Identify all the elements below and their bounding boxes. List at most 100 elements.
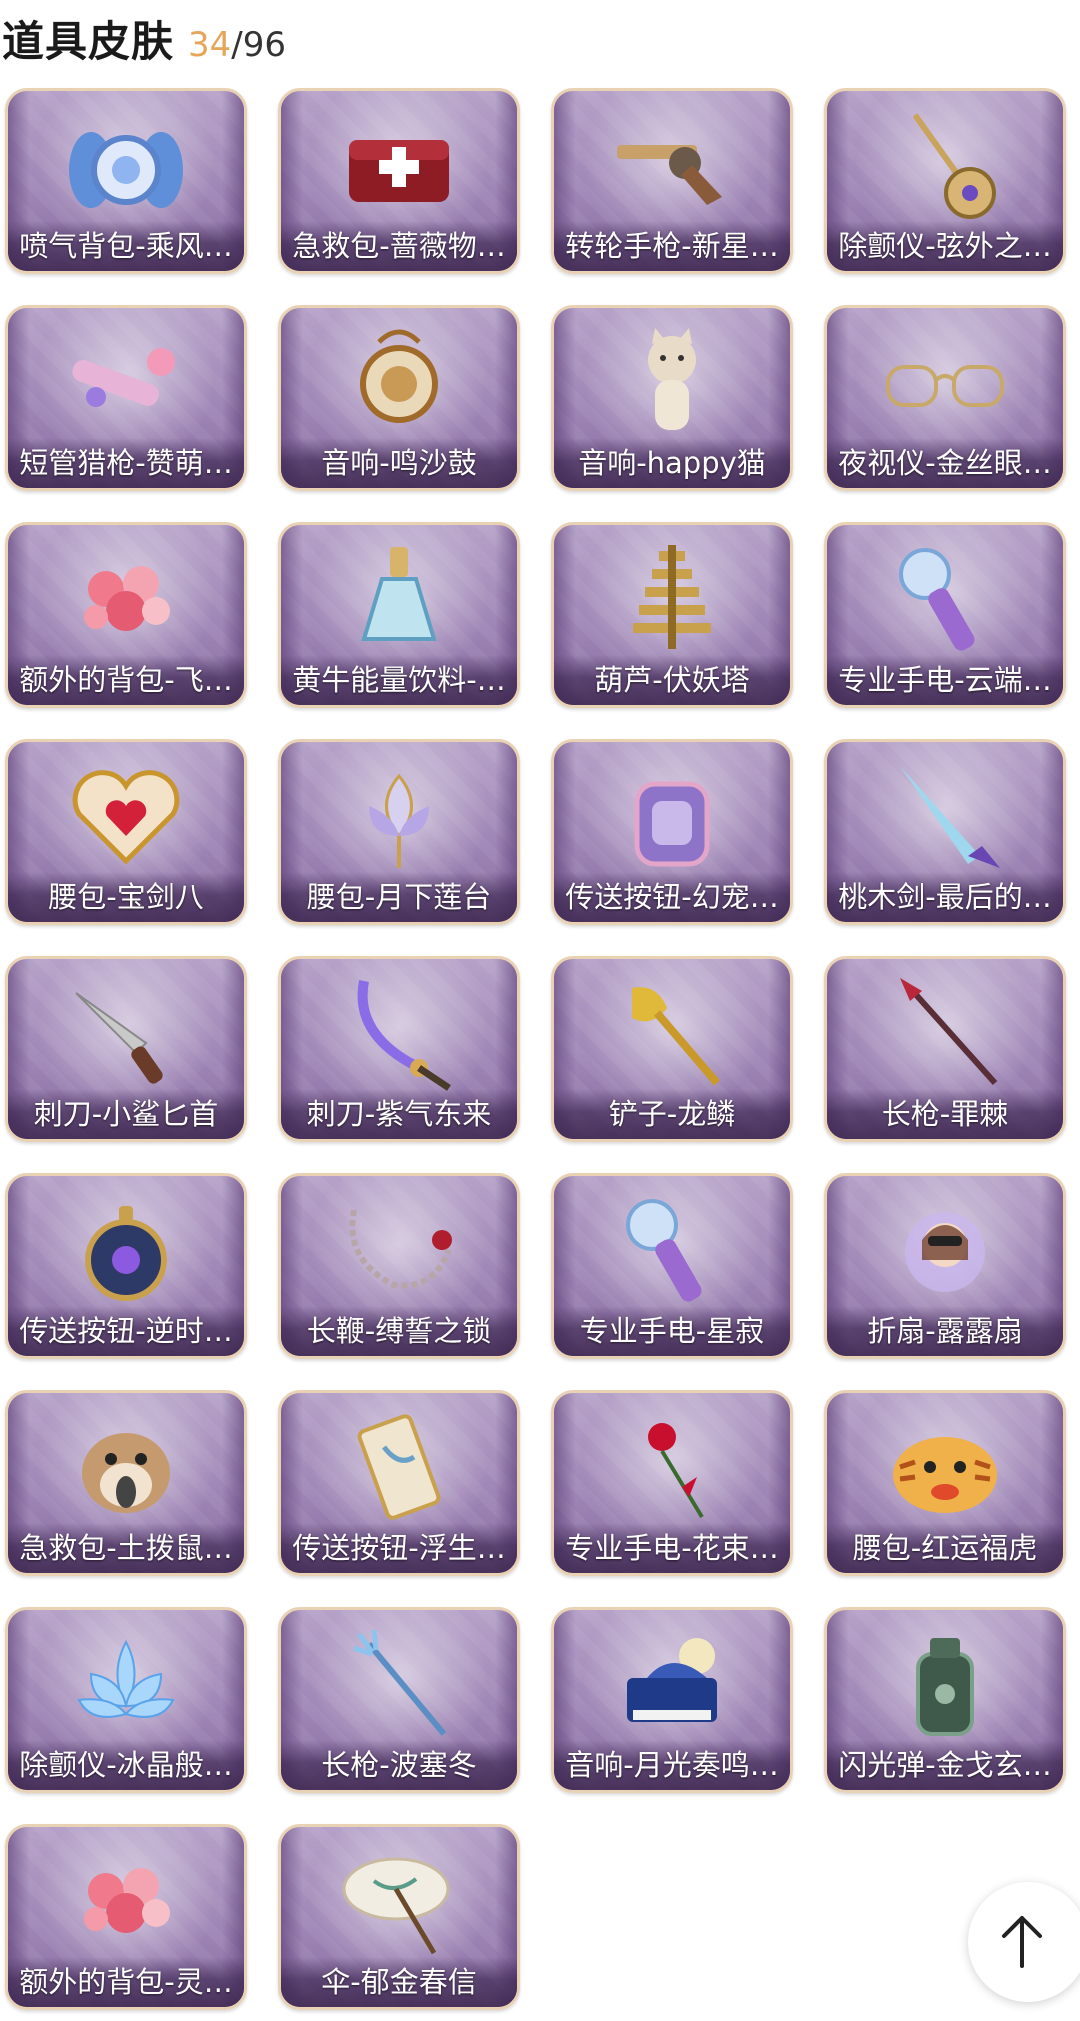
- page-header: 道具皮肤 34/96: [2, 8, 286, 66]
- chain-whip-icon: [324, 1190, 474, 1310]
- owned-count: 34: [188, 25, 232, 65]
- skin-card-label: 额外的背包-灵…: [8, 1957, 244, 2007]
- scroll-to-top-button[interactable]: [968, 1882, 1080, 2002]
- skin-card[interactable]: 桃木剑-最后的…: [824, 739, 1066, 925]
- skin-card[interactable]: 专业手电-星寂: [551, 1173, 793, 1359]
- trident-icon: [324, 1624, 474, 1744]
- skin-card-label: 腰包-宝剑八: [8, 872, 244, 922]
- skin-card[interactable]: 除颤仪-弦外之…: [824, 88, 1066, 274]
- curved-blade-icon: [324, 973, 474, 1093]
- skin-card[interactable]: 腰包-宝剑八: [5, 739, 247, 925]
- skin-card[interactable]: 传送按钮-浮生…: [278, 1390, 520, 1576]
- skin-card[interactable]: 夜视仪-金丝眼…: [824, 305, 1066, 491]
- skin-card-label: 夜视仪-金丝眼…: [827, 438, 1063, 488]
- cat-figure-icon: [597, 322, 747, 442]
- hamster-icon: [51, 1407, 201, 1527]
- skin-card-label: 短管猎枪-赞萌…: [8, 438, 244, 488]
- bottle-icon: [324, 539, 474, 659]
- pocket-watch-icon: [51, 1190, 201, 1310]
- skin-card[interactable]: 刺刀-紫气东来: [278, 956, 520, 1142]
- skin-card[interactable]: 转轮手枪-新星…: [551, 88, 793, 274]
- skin-card-label: 音响-鸣沙鼓: [281, 438, 517, 488]
- ice-lotus-icon: [51, 1624, 201, 1744]
- skin-card[interactable]: 葫芦-伏妖塔: [551, 522, 793, 708]
- skin-card-label: 长枪-罪棘: [827, 1089, 1063, 1139]
- device-icon: [597, 756, 747, 876]
- skin-card[interactable]: 专业手电-花束…: [551, 1390, 793, 1576]
- skin-card[interactable]: 额外的背包-飞…: [5, 522, 247, 708]
- revolver-icon: [597, 105, 747, 225]
- scroll-icon: [324, 1407, 474, 1527]
- flashlight-icon: [597, 1190, 747, 1310]
- lotus-pouch-icon: [324, 756, 474, 876]
- skin-card-label: 除颤仪-冰晶般…: [8, 1740, 244, 1790]
- lute-icon: [870, 105, 1020, 225]
- skin-card[interactable]: 长枪-波塞冬: [278, 1607, 520, 1793]
- skin-card[interactable]: 音响-月光奏鸣…: [551, 1607, 793, 1793]
- skin-card-label: 音响-月光奏鸣…: [554, 1740, 790, 1790]
- skin-card[interactable]: 除颤仪-冰晶般…: [5, 1607, 247, 1793]
- shark-dagger-icon: [51, 973, 201, 1093]
- skin-card[interactable]: 刺刀-小鲨匕首: [5, 956, 247, 1142]
- skin-card[interactable]: 额外的背包-灵…: [5, 1824, 247, 2010]
- skin-card-label: 黄牛能量饮料-…: [281, 655, 517, 705]
- skin-card-label: 专业手电-星寂: [554, 1306, 790, 1356]
- skin-card-label: 桃木剑-最后的…: [827, 872, 1063, 922]
- skin-card-label: 长鞭-缚誓之锁: [281, 1306, 517, 1356]
- arrow-up-icon: [1002, 1916, 1042, 1968]
- bronze-grenade-icon: [870, 1624, 1020, 1744]
- spear-icon: [870, 973, 1020, 1093]
- skin-card[interactable]: 音响-happy猫: [551, 305, 793, 491]
- skin-card-label: 长枪-波塞冬: [281, 1740, 517, 1790]
- skin-card[interactable]: 伞-郁金春信: [278, 1824, 520, 2010]
- skin-grid: 喷气背包-乘风… 急救包-蔷薇物… 转轮手枪-新星… 除颤仪-弦外之… 短管猎枪-赞萌……: [5, 88, 1075, 2010]
- skin-card[interactable]: 腰包-月下莲台: [278, 739, 520, 925]
- skin-card-label: 腰包-月下莲台: [281, 872, 517, 922]
- shovel-icon: [597, 973, 747, 1093]
- skin-card-label: 铲子-龙鳞: [554, 1089, 790, 1139]
- skin-card-label: 额外的背包-飞…: [8, 655, 244, 705]
- skin-card-label: 刺刀-小鲨匕首: [8, 1089, 244, 1139]
- skin-card[interactable]: 急救包-蔷薇物…: [278, 88, 520, 274]
- skin-card[interactable]: 长鞭-缚誓之锁: [278, 1173, 520, 1359]
- skin-card[interactable]: 黄牛能量饮料-…: [278, 522, 520, 708]
- pagoda-icon: [597, 539, 747, 659]
- drum-icon: [324, 322, 474, 442]
- skin-card-label: 折扇-露露扇: [827, 1306, 1063, 1356]
- rose-icon: [597, 1407, 747, 1527]
- glasses-icon: [870, 322, 1020, 442]
- skin-card-label: 专业手电-花束…: [554, 1523, 790, 1573]
- character-fan-icon: [870, 1190, 1020, 1310]
- skin-card[interactable]: 铲子-龙鳞: [551, 956, 793, 1142]
- skin-card-label: 腰包-红运福虎: [827, 1523, 1063, 1573]
- skin-card[interactable]: 喷气背包-乘风…: [5, 88, 247, 274]
- skin-card[interactable]: 腰包-红运福虎: [824, 1390, 1066, 1576]
- skin-card-label: 急救包-土拨鼠…: [8, 1523, 244, 1573]
- flower-bouquet-icon: [51, 1841, 201, 1961]
- skin-card-label: 刺刀-紫气东来: [281, 1089, 517, 1139]
- skin-card[interactable]: 折扇-露露扇: [824, 1173, 1066, 1359]
- skin-card-label: 传送按钮-浮生…: [281, 1523, 517, 1573]
- skin-card[interactable]: 传送按钮-幻宠…: [551, 739, 793, 925]
- skin-card-label: 音响-happy猫: [554, 438, 790, 488]
- count-separator: /: [231, 25, 243, 65]
- skin-card[interactable]: 传送按钮-逆时…: [5, 1173, 247, 1359]
- toy-shotgun-icon: [51, 322, 201, 442]
- skin-card[interactable]: 急救包-土拨鼠…: [5, 1390, 247, 1576]
- skin-card-label: 闪光弹-金戈玄…: [827, 1740, 1063, 1790]
- skin-card[interactable]: 长枪-罪棘: [824, 956, 1066, 1142]
- skin-card[interactable]: 短管猎枪-赞萌…: [5, 305, 247, 491]
- skin-card[interactable]: 音响-鸣沙鼓: [278, 305, 520, 491]
- skin-card[interactable]: 专业手电-云端…: [824, 522, 1066, 708]
- skin-card-label: 急救包-蔷薇物…: [281, 221, 517, 271]
- skin-card-label: 除颤仪-弦外之…: [827, 221, 1063, 271]
- tiger-pouch-icon: [870, 1407, 1020, 1527]
- piano-icon: [597, 1624, 747, 1744]
- page-title: 道具皮肤: [2, 17, 175, 66]
- skin-card-label: 传送按钮-逆时…: [8, 1306, 244, 1356]
- skin-card-label: 葫芦-伏妖塔: [554, 655, 790, 705]
- heart-pouch-icon: [51, 756, 201, 876]
- flashlight-icon: [870, 539, 1020, 659]
- skin-card-label: 喷气背包-乘风…: [8, 221, 244, 271]
- skin-card[interactable]: 闪光弹-金戈玄…: [824, 1607, 1066, 1793]
